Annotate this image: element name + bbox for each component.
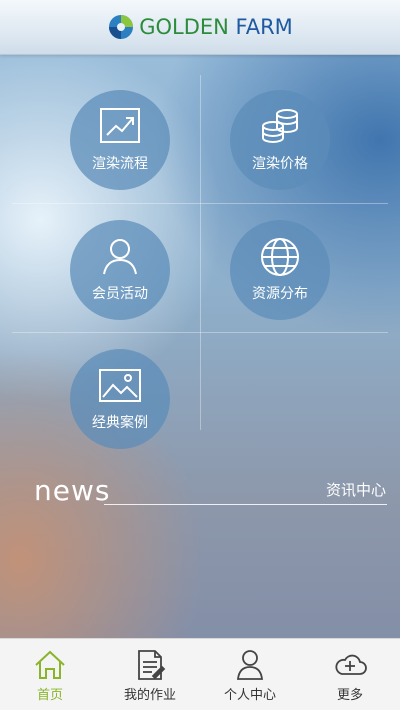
nav-label-more: 更多 <box>336 688 363 703</box>
globe-icon <box>261 238 299 276</box>
nav-item-more[interactable]: 更多 <box>300 639 400 710</box>
user-icon <box>103 239 137 275</box>
profile-icon <box>236 650 264 680</box>
image-icon <box>99 369 141 402</box>
home-icon <box>35 650 65 679</box>
golden-farm-logo-icon <box>109 15 134 39</box>
cloud-plus-icon <box>335 654 367 675</box>
nav-item-profile[interactable]: 个人中心 <box>200 639 300 710</box>
logo-text-g: G <box>139 15 156 39</box>
menu-label: 会员活动 <box>92 286 148 302</box>
nav-label-profile: 个人中心 <box>223 688 276 703</box>
nav-item-my-jobs[interactable]: 我的作业 <box>100 639 200 710</box>
menu-label: 渲染流程 <box>92 156 148 172</box>
grid-line-vertical <box>200 75 201 430</box>
grid-line-horizontal-2 <box>12 332 388 333</box>
news-center-link[interactable]: 资讯中心 <box>326 479 386 500</box>
news-divider <box>104 504 387 505</box>
nav-item-home[interactable]: 首页 <box>0 639 100 710</box>
bottom-navigation: 首页 我的作业 个人中心 更多 <box>0 638 400 710</box>
menu-item-member-activity[interactable]: 会员活动 <box>70 220 170 320</box>
menu-item-render-process[interactable]: 渲染流程 <box>70 90 170 190</box>
menu-item-classic-cases[interactable]: 经典案例 <box>70 349 170 449</box>
nav-label-my-jobs: 我的作业 <box>123 688 176 703</box>
nav-label-home: 首页 <box>36 688 63 703</box>
menu-label: 资源分布 <box>252 286 308 302</box>
news-title: news <box>34 474 111 507</box>
menu-label: 经典案例 <box>92 415 148 431</box>
logo-text-farm: FARM <box>235 15 293 39</box>
app-header: GOLDEN FARM <box>0 0 400 55</box>
menu-item-resource-distribution[interactable]: 资源分布 <box>230 220 330 320</box>
logo[interactable]: GOLDEN FARM <box>107 12 293 42</box>
menu-label: 渲染价格 <box>252 156 308 172</box>
logo-text: GOLDEN FARM <box>139 15 293 39</box>
menu-item-render-price[interactable]: 渲染价格 <box>230 90 330 190</box>
chart-trend-icon <box>100 108 140 143</box>
coins-stack-icon <box>262 109 298 143</box>
grid-line-horizontal-1 <box>12 203 388 204</box>
logo-text-olden: OLDEN <box>155 15 236 39</box>
document-icon <box>138 650 166 680</box>
